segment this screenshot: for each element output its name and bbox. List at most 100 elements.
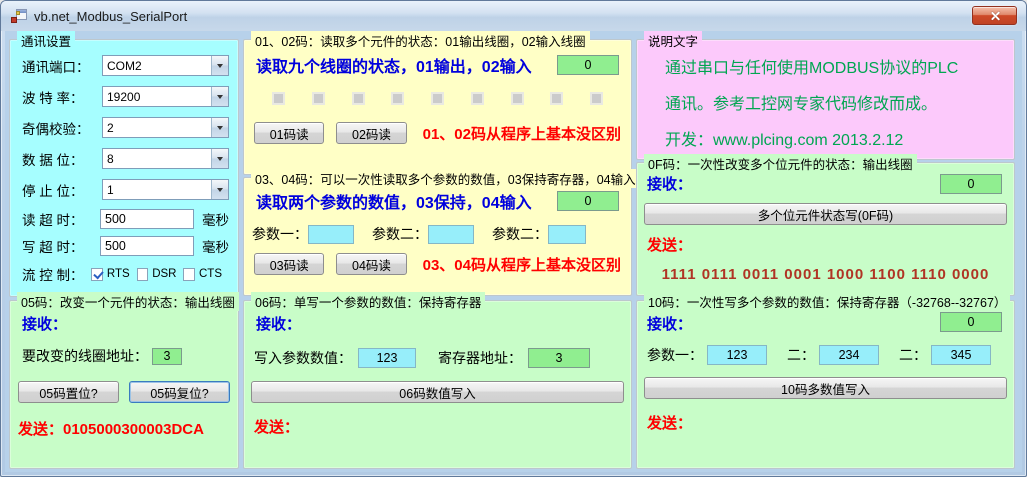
registers-headline: 读取两个参数的数值，03保持，04输入	[256, 189, 532, 213]
read-timeout-unit: 毫秒	[202, 209, 229, 229]
param3-input[interactable]	[931, 345, 991, 365]
panel-title: 03、04码：可以一次性读取多个参数的数值，03保持寄存器，04输入	[251, 169, 640, 188]
coil-reset-button[interactable]: 05码复位?	[129, 381, 230, 403]
panel-write-multi-registers-10: 10码：一次性写多个参数的数值：保持寄存器（-32768--32767） 接收：…	[636, 300, 1015, 469]
combo-parity[interactable]: 2	[102, 117, 229, 138]
app-window: vb.net_Modbus_SerialPort 通讯设置 通讯端口： COM2…	[0, 0, 1027, 477]
param2-input[interactable]	[428, 225, 474, 244]
dropdown-arrow-icon[interactable]	[211, 118, 228, 137]
combo-parity-value: 2	[103, 121, 211, 135]
combo-stop-bits[interactable]: 1	[102, 179, 229, 200]
checkbox-rts[interactable]	[91, 268, 103, 281]
write-value-label: 写入参数数值：	[254, 348, 352, 368]
register-address-value[interactable]	[528, 348, 590, 368]
note-0102: 01、02码从程序上基本没区别	[423, 123, 621, 144]
panel-title: 10码：一次性写多个参数的数值：保持寄存器（-32768--32767）	[644, 292, 1010, 311]
titlebar: vb.net_Modbus_SerialPort	[1, 1, 1026, 31]
baud-rate-label: 波 特 率：	[22, 87, 102, 107]
receive-label: 接收：	[647, 309, 692, 334]
dropdown-arrow-icon[interactable]	[211, 180, 228, 199]
registers-counter[interactable]	[557, 191, 619, 211]
coils-headline: 读取九个线圈的状态，01输出，02输入	[256, 53, 532, 77]
stop-bits-label: 停 止 位：	[22, 180, 102, 200]
panel-title: 01、02码：读取多个元件的状态：01输出线圈，02输入线圈	[251, 31, 590, 50]
coil-indicator[interactable]	[431, 92, 444, 105]
data-bits-label: 数 据 位：	[22, 149, 102, 169]
panel-read-coils-0102: 01、02码：读取多个元件的状态：01输出线圈，02输入线圈 读取九个线圈的状态…	[243, 39, 632, 175]
coils-counter[interactable]	[557, 55, 619, 75]
coil-indicator[interactable]	[352, 92, 365, 105]
app-icon-red-square	[11, 17, 17, 23]
checkbox-cts[interactable]	[183, 268, 195, 281]
panel-comm-settings: 通讯设置 通讯端口： COM2 波 特 率： 19200	[9, 39, 239, 297]
note-0304: 03、04码从程序上基本没区别	[423, 254, 621, 275]
coil-indicator[interactable]	[312, 92, 325, 105]
description-line: 开发：www.plcing.com 2013.2.12	[637, 126, 1014, 150]
param3-input[interactable]	[548, 225, 586, 244]
panel-title: 通讯设置	[17, 31, 75, 50]
write10-button[interactable]: 10码多数值写入	[644, 377, 1007, 399]
read04-button[interactable]: 04码读	[336, 253, 406, 275]
panel-title: 05码：改变一个元件的状态：输出线圈	[17, 292, 239, 311]
param3-label: 参数二：	[492, 224, 548, 244]
combo-baud-rate[interactable]: 19200	[102, 86, 229, 107]
read03-button[interactable]: 03码读	[254, 253, 324, 275]
read01-button[interactable]: 01码读	[254, 122, 324, 144]
param1-input[interactable]	[308, 225, 354, 244]
combo-baud-rate-value: 19200	[103, 90, 211, 104]
of-counter[interactable]	[940, 174, 1002, 194]
checkbox-cts-label: CTS	[199, 268, 222, 280]
coil-indicator[interactable]	[391, 92, 404, 105]
param2-label: 二：	[787, 345, 815, 365]
write06-button[interactable]: 06码数值写入	[251, 381, 624, 403]
combo-comm-port[interactable]: COM2	[102, 55, 229, 76]
param2-label: 参数二：	[372, 224, 428, 244]
description-line: 通过串口与任何使用MODBUS协议的PLC	[637, 54, 1014, 78]
parity-label: 奇偶校验：	[22, 118, 102, 138]
checkbox-rts-label: RTS	[107, 268, 130, 280]
coil-address-value[interactable]	[152, 348, 182, 365]
panel-title: 0F码：一次性改变多个位元件的状态：输出线圈	[644, 154, 917, 173]
dropdown-arrow-icon[interactable]	[211, 87, 228, 106]
send-label: 发送：	[637, 399, 1014, 433]
send-value-05: 发送：0105000300003DCA	[10, 403, 238, 439]
coil-indicator[interactable]	[590, 92, 603, 105]
panel-description: 说明文字 通过串口与任何使用MODBUS协议的PLC 通讯。参考工控网专家代码修…	[636, 39, 1015, 160]
checkbox-dsr-label: DSR	[152, 268, 176, 280]
combo-data-bits[interactable]: 8	[102, 148, 229, 169]
coil-indicator[interactable]	[511, 92, 524, 105]
dropdown-arrow-icon[interactable]	[211, 56, 228, 75]
checkbox-dsr[interactable]	[137, 268, 149, 281]
window-title: vb.net_Modbus_SerialPort	[34, 9, 187, 24]
coil-indicator[interactable]	[550, 92, 563, 105]
panel-write-single-register-06: 06码：单写一个参数的数值：保持寄存器 接收： 写入参数数值： 寄存器地址： 0…	[243, 300, 632, 469]
description-line: 通讯。参考工控网专家代码修改而成。	[637, 90, 1014, 114]
write-value-input[interactable]	[358, 348, 416, 368]
send-label: 发送：	[244, 403, 631, 437]
dropdown-arrow-icon[interactable]	[211, 149, 228, 168]
close-button[interactable]	[972, 6, 1017, 25]
panel-write-coils-0f: 0F码：一次性改变多个位元件的状态：输出线圈 接收： 多个位元件状态写(0F码)…	[636, 162, 1015, 296]
comm-port-label: 通讯端口：	[22, 56, 102, 76]
write-timeout-unit: 毫秒	[202, 236, 229, 256]
param2-input[interactable]	[819, 345, 879, 365]
read-timeout-input[interactable]	[100, 209, 194, 229]
write-timeout-label: 写 超 时：	[22, 236, 100, 256]
multi-write-counter[interactable]	[940, 312, 1002, 332]
write-timeout-input[interactable]	[100, 236, 194, 256]
param1-label: 参数一：	[647, 345, 703, 365]
panel-write-single-coil-05: 05码：改变一个元件的状态：输出线圈 接收： 要改变的线圈地址： 05码置位? …	[9, 300, 239, 469]
client-area: 通讯设置 通讯端口： COM2 波 特 率： 19200	[5, 31, 1022, 472]
close-icon	[989, 10, 1000, 21]
write-coils-button[interactable]: 多个位元件状态写(0F码)	[644, 203, 1007, 225]
read02-button[interactable]: 02码读	[336, 122, 406, 144]
register-address-label: 寄存器地址：	[438, 348, 522, 368]
coil-indicator[interactable]	[471, 92, 484, 105]
coil-indicator[interactable]	[272, 92, 285, 105]
combo-data-bits-value: 8	[103, 152, 211, 166]
coil-set-button[interactable]: 05码置位?	[18, 381, 119, 403]
param3-label: 二：	[899, 345, 927, 365]
param1-input[interactable]	[707, 345, 767, 365]
coil-address-label: 要改变的线圈地址：	[22, 346, 148, 366]
param1-label: 参数一：	[252, 224, 308, 244]
